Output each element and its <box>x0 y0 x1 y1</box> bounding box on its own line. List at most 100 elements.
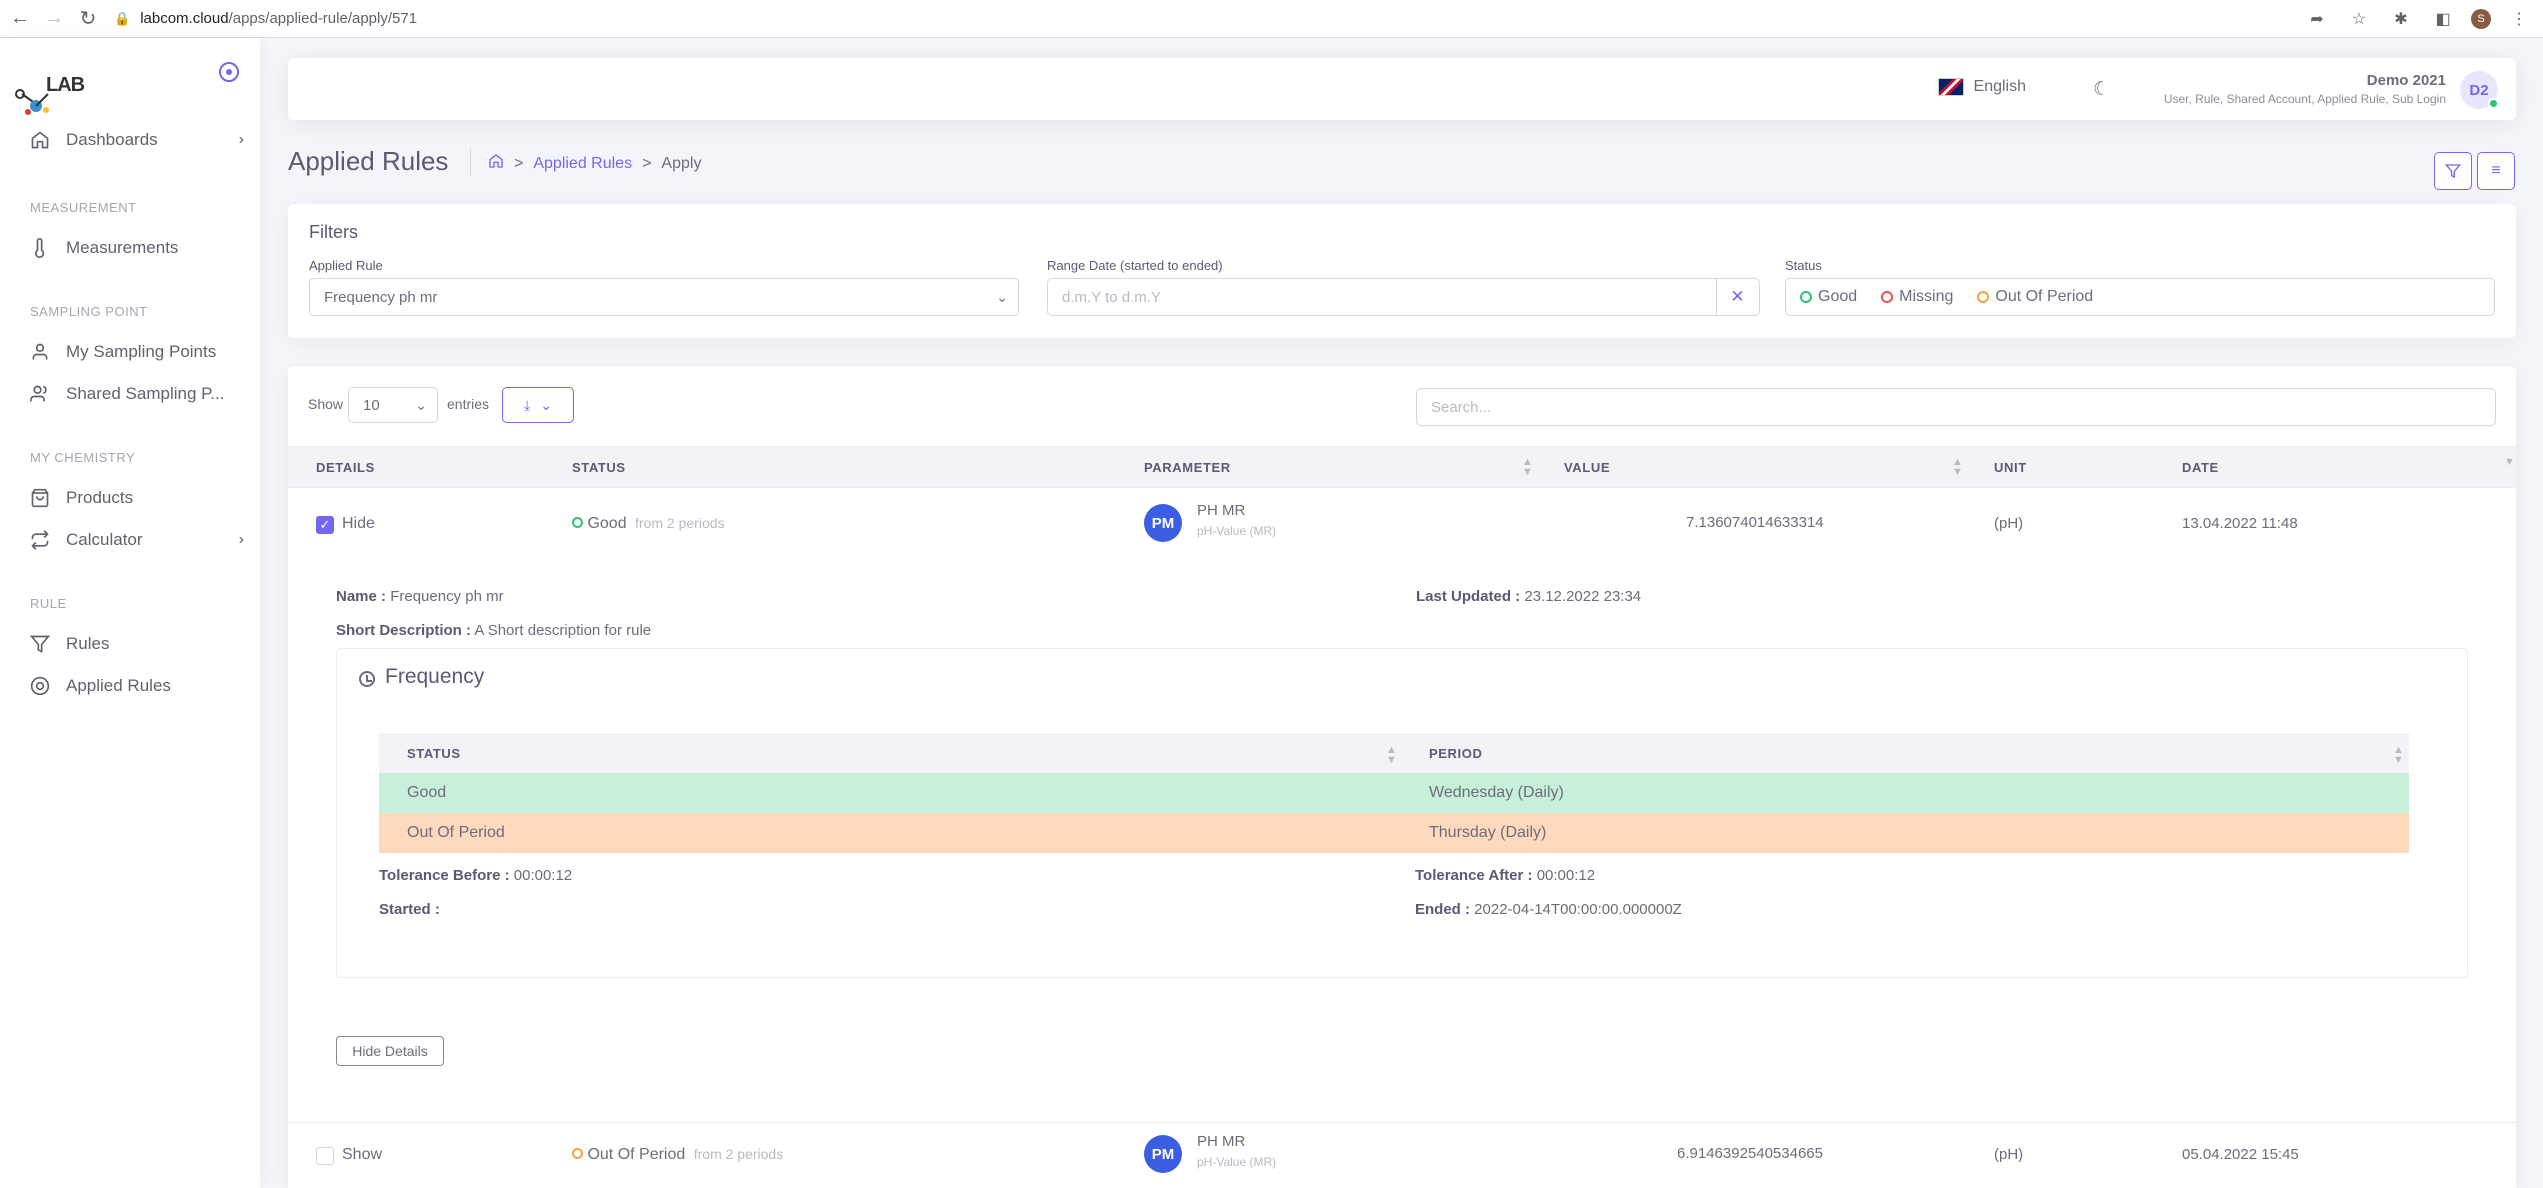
clear-date-button[interactable]: ✕ <box>1716 278 1760 316</box>
sidebar-item-rules[interactable]: Rules <box>30 634 244 654</box>
parameter-name: PH MR <box>1197 502 1246 519</box>
uk-flag-icon <box>1937 78 1964 96</box>
freq-column-period[interactable]: PERIOD <box>1429 746 1482 761</box>
export-dropdown-button[interactable]: ⤓ ⌄ <box>502 387 574 423</box>
browser-menu-icon[interactable]: ⋮ <box>2505 5 2533 33</box>
column-header-parameter[interactable]: PARAMETER <box>1144 460 1231 475</box>
frequency-table: STATUS ▲ ▼ PERIOD ▲ ▼ Good Wednesday (Dail… <box>379 733 2409 853</box>
language-label: English <box>1973 78 2026 95</box>
bookmark-star-icon[interactable]: ☆ <box>2345 5 2373 33</box>
language-selector[interactable]: English <box>1937 78 2026 96</box>
tolerance-after-value: 00:00:12 <box>1536 867 1596 884</box>
home-icon <box>30 130 50 150</box>
results-table-card: Show 10 ⌄ entries ⤓ ⌄ Search... DETAILS … <box>288 366 2516 1188</box>
sidebar-item-products[interactable]: Products <box>30 488 244 508</box>
breadcrumb-divider <box>470 148 471 176</box>
column-header-value[interactable]: VALUE <box>1564 460 1610 475</box>
date-cell: 13.04.2022 11:48 <box>2182 515 2298 532</box>
filter-toggle-button[interactable] <box>2434 152 2472 190</box>
missing-ring-icon <box>1881 291 1894 303</box>
search-input[interactable]: Search... <box>1416 388 2496 426</box>
entries-select[interactable]: 10 ⌄ <box>348 387 438 423</box>
freq-column-status[interactable]: STATUS <box>407 746 461 761</box>
range-date-input[interactable]: d.m.Y to d.m.Y <box>1047 278 1717 316</box>
detail-short-desc-value: A Short description for rule <box>474 622 652 639</box>
browser-toolbar: ← → ↻ 🔒 labcom.cloud/apps/applied-rule/a… <box>0 0 2543 38</box>
user-roles: User, Rule, Shared Account, Applied Rule… <box>2163 92 2446 106</box>
column-header-details[interactable]: DETAILS <box>316 460 375 475</box>
sidebar-item-label: My Sampling Points <box>66 342 217 361</box>
menu-header-measurement: MEASUREMENT <box>30 200 137 215</box>
started-label: Started : <box>379 901 440 918</box>
share-icon[interactable]: ➦ <box>2303 5 2331 33</box>
breadcrumb-separator: > <box>514 154 524 172</box>
good-ring-icon <box>1800 291 1812 303</box>
logo-text: LAB <box>46 74 85 96</box>
detail-short-description: Short Description : A Short description … <box>336 622 651 639</box>
sidebar-item-my-sampling-points[interactable]: My Sampling Points <box>30 342 244 362</box>
breadcrumb-separator: > <box>642 154 652 172</box>
user-avatar[interactable]: D2 <box>2460 71 2499 109</box>
status-value: Good <box>587 515 627 532</box>
sidebar-item-shared-sampling-points[interactable]: Shared Sampling P... <box>30 384 244 404</box>
back-icon[interactable]: ← <box>6 5 34 33</box>
table-header: DETAILS STATUS PARAMETER ▲ ▼ VALUE ▲ ▼ UNI… <box>288 446 2516 488</box>
avatar-initials: D2 <box>2469 81 2489 99</box>
status-from: from 2 periods <box>635 515 725 531</box>
side-panel-icon[interactable]: ◧ <box>2429 5 2457 33</box>
detail-name-value: Frequency ph mr <box>390 588 504 605</box>
shopping-bag-icon <box>30 488 50 508</box>
lock-icon: 🔒 <box>114 10 131 26</box>
sidebar: LAB Dashboards › MEASUREMENT Measurement… <box>0 38 260 1188</box>
sidebar-item-label: Dashboards <box>66 130 158 149</box>
sort-icon[interactable]: ▲ ▼ <box>1386 745 1397 766</box>
hide-details-button[interactable]: Hide Details <box>336 1036 444 1066</box>
detail-name-label: Name : <box>336 588 387 605</box>
sort-icon[interactable]: ▲ ▼ <box>2393 745 2404 766</box>
sidebar-item-dashboards[interactable]: Dashboards › <box>30 130 244 150</box>
details-toggle-label[interactable]: Hide <box>342 515 375 533</box>
sort-icon[interactable]: ▼ <box>2504 457 2515 468</box>
sidebar-item-label: Products <box>66 488 134 507</box>
status-value: Out Of Period <box>587 1146 686 1163</box>
sidebar-item-applied-rules[interactable]: Applied Rules <box>30 676 244 696</box>
breadcrumb-link-applied-rules[interactable]: Applied Rules <box>533 155 632 173</box>
menu-toggle-button[interactable]: ≡ <box>2477 152 2515 190</box>
repeat-icon <box>30 530 50 550</box>
status-options: Good Missing Out Of Period <box>1785 278 2495 316</box>
page-title: Applied Rules <box>288 146 449 176</box>
forward-icon[interactable]: → <box>40 5 68 33</box>
tolerance-before: Tolerance Before : 00:00:12 <box>379 867 572 884</box>
value-cell: 7.136074014633314 <box>1686 514 1824 531</box>
sidebar-item-measurements[interactable]: Measurements <box>30 238 244 258</box>
status-cell: Out Of Period from 2 periods <box>572 1146 783 1164</box>
home-icon[interactable] <box>488 153 504 174</box>
status-option-missing[interactable]: Missing <box>1881 288 1953 306</box>
details-checkbox[interactable] <box>316 1147 334 1165</box>
table-row: Show Out Of Period from 2 periods PM PH … <box>288 1123 2516 1188</box>
sort-icon[interactable]: ▲ ▼ <box>1952 457 1963 478</box>
profile-avatar[interactable]: S <box>2471 9 2491 29</box>
sort-icon[interactable]: ▲ ▼ <box>1522 457 1533 478</box>
status-option-out-of-period[interactable]: Out Of Period <box>1977 288 2093 306</box>
detail-last-updated-label: Last Updated : <box>1416 588 1521 605</box>
dark-mode-icon[interactable]: ☾ <box>2093 78 2110 101</box>
parameter-avatar: PM <box>1144 1135 1182 1173</box>
detail-short-desc-label: Short Description : <box>336 622 472 639</box>
applied-rule-select[interactable]: Frequency ph mr ⌄ <box>309 278 1019 316</box>
reload-icon[interactable]: ↻ <box>74 5 102 33</box>
column-header-status[interactable]: STATUS <box>572 460 626 475</box>
extensions-icon[interactable]: ✱ <box>2387 5 2415 33</box>
details-toggle-label[interactable]: Show <box>342 1146 382 1164</box>
out-of-period-ring-icon <box>572 1148 583 1159</box>
sidebar-item-calculator[interactable]: Calculator › <box>30 530 244 550</box>
chevron-right-icon: › <box>238 131 244 148</box>
details-checkbox[interactable]: ✓ <box>316 516 334 534</box>
column-header-date[interactable]: DATE <box>2182 460 2219 475</box>
status-option-good[interactable]: Good <box>1800 288 1857 306</box>
column-header-unit[interactable]: UNIT <box>1994 460 2027 475</box>
table-row: ✓ Hide Good from 2 periods PM PH MR pH-V… <box>288 488 2516 1122</box>
sidebar-collapse-icon[interactable] <box>219 62 239 82</box>
address-bar[interactable]: 🔒 labcom.cloud/apps/applied-rule/apply/5… <box>114 10 417 27</box>
url-path: /apps/applied-rule/apply/571 <box>228 10 418 27</box>
